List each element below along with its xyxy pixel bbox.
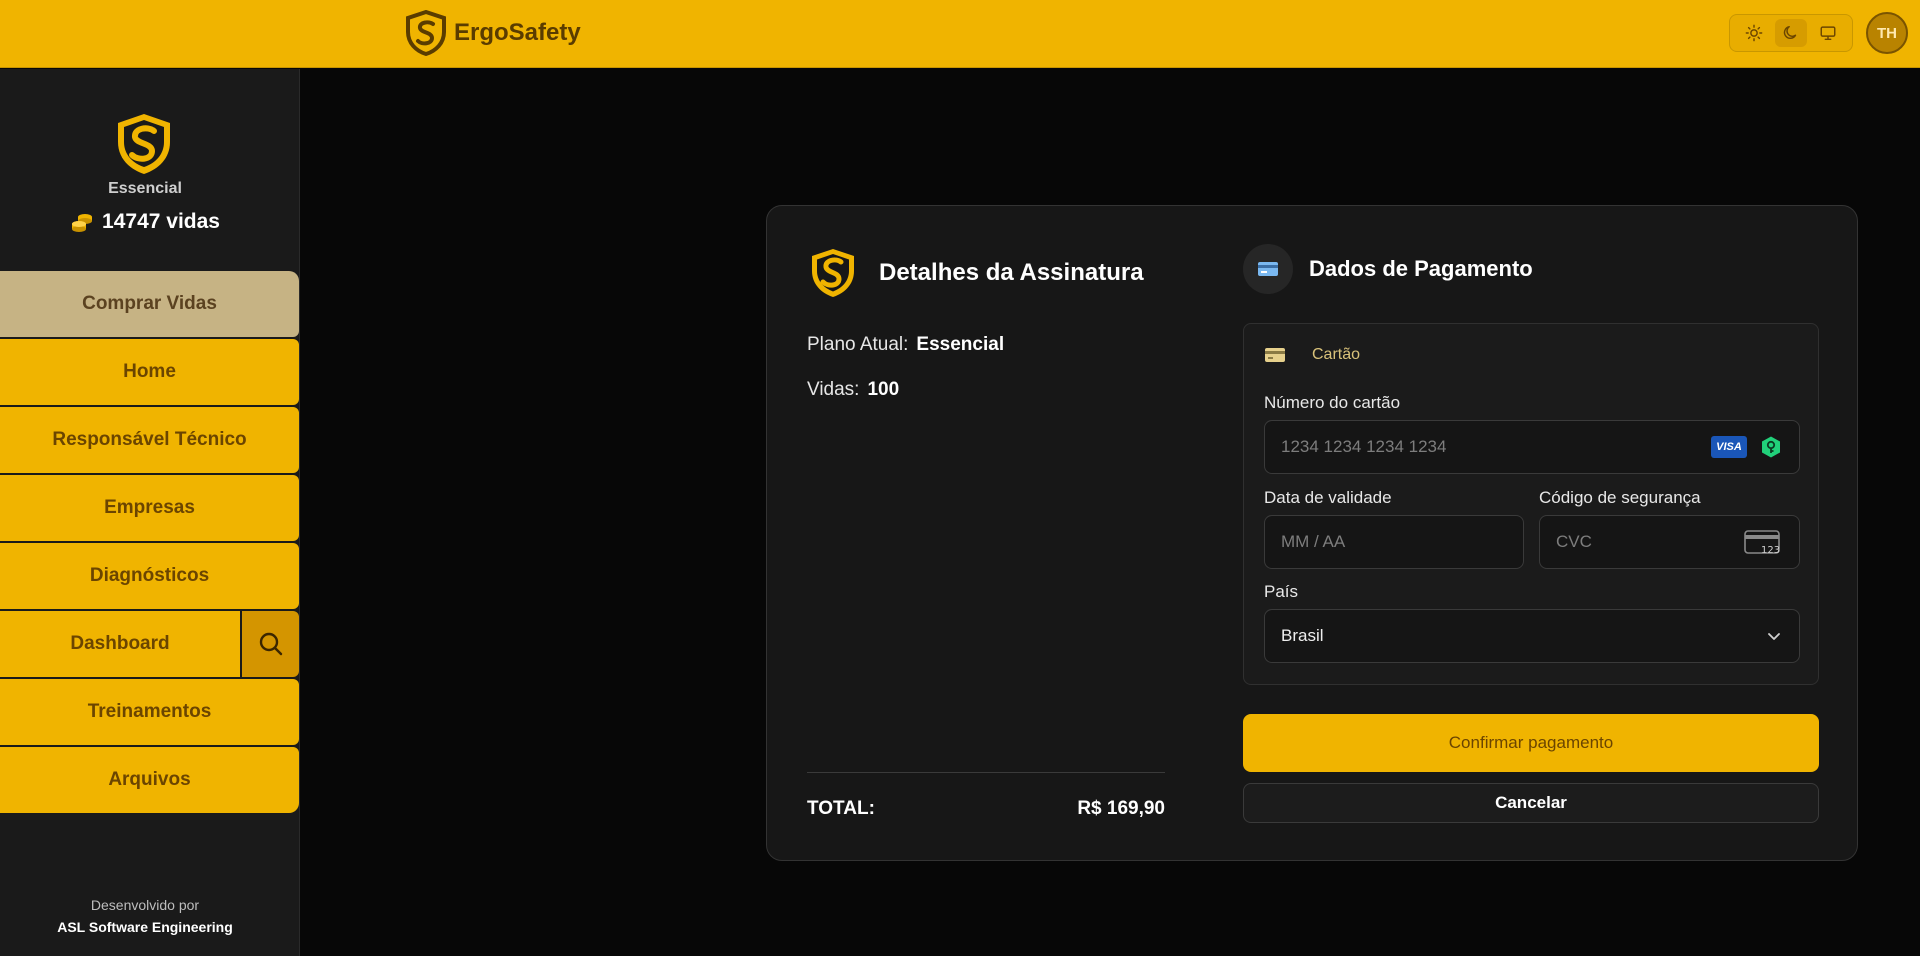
card-number-placeholder: 1234 1234 1234 1234 — [1281, 437, 1447, 456]
sidebar-item-diagnosticos[interactable]: Diagnósticos — [0, 543, 299, 609]
total-value: R$ 169,90 — [1077, 798, 1165, 819]
total-label: TOTAL: — [807, 798, 875, 819]
payment-method-tab-card[interactable]: Cartão — [1264, 346, 1360, 364]
cvc-placeholder: CVC — [1556, 532, 1592, 551]
country-value: Brasil — [1281, 626, 1324, 645]
theme-dark-button[interactable] — [1774, 19, 1807, 47]
lives-row: Vidas: 100 — [807, 379, 899, 401]
sidebar-item-comprar-vidas[interactable]: Comprar Vidas — [0, 271, 299, 337]
credit-card-icon — [1258, 262, 1278, 276]
plan-name: Essencial — [108, 180, 182, 197]
cvc-card-icon: 123 — [1744, 530, 1780, 556]
sidebar-item-dashboard[interactable]: Dashboard — [0, 611, 240, 677]
lives-value: 100 — [867, 379, 900, 400]
theme-system-button[interactable] — [1812, 19, 1844, 47]
current-plan-row: Plano Atual: Essencial — [807, 334, 1004, 356]
visa-logo: VISA — [1711, 436, 1747, 458]
subscription-header: Detalhes da Assinatura — [807, 246, 1144, 300]
brand-name: ErgoSafety — [454, 19, 581, 46]
expiry-placeholder: MM / AA — [1281, 532, 1346, 551]
payment-icon-badge — [1243, 244, 1293, 294]
theme-switcher — [1729, 14, 1853, 52]
search-icon — [259, 632, 282, 656]
current-plan-label: Plano Atual: — [807, 334, 909, 355]
sun-icon — [1745, 24, 1763, 42]
sidebar: Essencial 14747 vidas Comprar Vidas Home… — [0, 69, 300, 956]
cancel-button[interactable]: Cancelar — [1243, 783, 1819, 823]
coins-icon — [72, 214, 93, 232]
card-number-input[interactable]: 1234 1234 1234 1234 VISA — [1264, 420, 1800, 474]
cvc-label: Código de segurança — [1539, 488, 1701, 507]
sidebar-item-treinamentos[interactable]: Treinamentos — [0, 679, 299, 745]
sidebar-item-empresas[interactable]: Empresas — [0, 475, 299, 541]
checkout-card: Detalhes da Assinatura Plano Atual: Essen… — [766, 205, 1858, 861]
card-icon — [1265, 348, 1285, 362]
payment-form: Cartão Número do cartão 1234 1234 1234 1… — [1243, 323, 1819, 685]
expiry-input[interactable]: MM / AA — [1264, 515, 1524, 569]
sidebar-item-dashboard-row: Dashboard — [0, 611, 299, 677]
subscription-title: Detalhes da Assinatura — [879, 259, 1144, 286]
country-select[interactable]: Brasil — [1264, 609, 1800, 663]
shield-logo-icon — [406, 10, 446, 56]
top-bar: ErgoSafety TH — [0, 0, 1920, 68]
cvc-input[interactable]: CVC 123 — [1539, 515, 1800, 569]
dashboard-search-button[interactable] — [242, 611, 299, 677]
card-number-label: Número do cartão — [1264, 393, 1401, 412]
brand[interactable]: ErgoSafety — [404, 10, 581, 56]
current-plan-value: Essencial — [916, 334, 1005, 355]
moon-icon — [1783, 25, 1797, 39]
payment-header: Dados de Pagamento — [1243, 244, 1533, 294]
lives-counter: 14747 vidas — [0, 210, 290, 234]
payment-title: Dados de Pagamento — [1309, 256, 1533, 281]
user-avatar[interactable]: TH — [1866, 12, 1908, 54]
shield-logo-icon — [118, 114, 170, 174]
payment-method-tab-label: Cartão — [1312, 346, 1361, 363]
developer-credit-label: Desenvolvido por — [90, 897, 200, 913]
theme-light-button[interactable] — [1738, 19, 1770, 47]
shield-logo-icon — [812, 249, 854, 297]
link-key-icon[interactable] — [1759, 435, 1783, 459]
lives-label: Vidas: — [807, 379, 860, 400]
chevron-down-icon — [1768, 633, 1780, 640]
total-divider — [807, 772, 1165, 773]
country-label: País — [1264, 582, 1299, 601]
expiry-label: Data de validade — [1264, 488, 1392, 507]
svg-text:123: 123 — [1761, 545, 1780, 556]
confirm-payment-button[interactable]: Confirmar pagamento — [1243, 714, 1819, 772]
developer-name: ASL Software Engineering — [57, 919, 233, 935]
sidebar-item-home[interactable]: Home — [0, 339, 299, 405]
lives-count: 14747 vidas — [102, 210, 220, 233]
monitor-icon — [1820, 26, 1836, 41]
sidebar-item-arquivos[interactable]: Arquivos — [0, 747, 299, 813]
sidebar-nav: Comprar Vidas Home Responsável Técnico E… — [0, 271, 299, 815]
sidebar-item-responsavel-tecnico[interactable]: Responsável Técnico — [0, 407, 299, 473]
